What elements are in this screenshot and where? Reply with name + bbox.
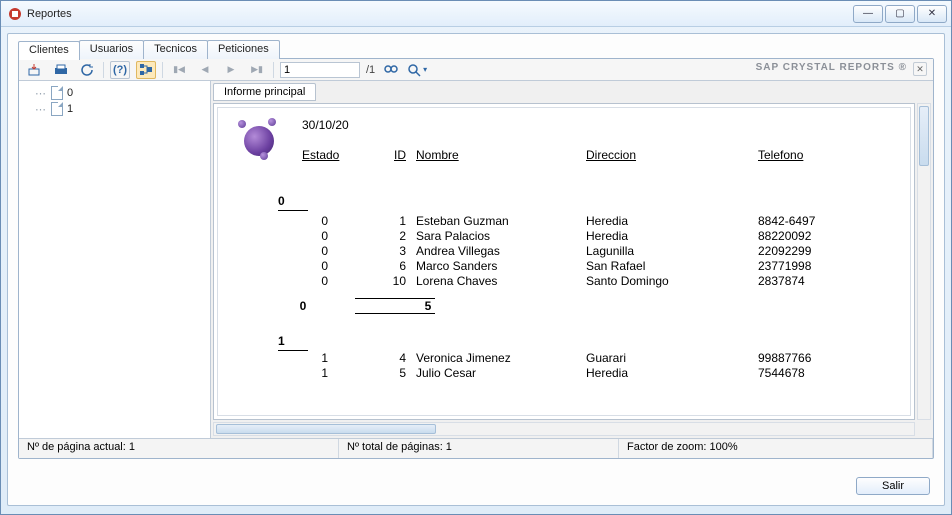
- report-area: Informe principal 30/10/20 Estado ID Nom…: [211, 81, 933, 438]
- report-page[interactable]: 30/10/20 Estado ID Nombre Direccion Tele…: [213, 103, 915, 420]
- tree-node-1[interactable]: ⋯ 1: [21, 101, 208, 117]
- tab-usuarios[interactable]: Usuarios: [79, 40, 144, 59]
- col-header-estado: Estado: [302, 148, 339, 162]
- refresh-icon[interactable]: [77, 61, 97, 79]
- status-current-page: Nº de página actual: 1: [19, 439, 339, 458]
- group-tree: ⋯ 0 ⋯ 1: [19, 81, 211, 438]
- close-button[interactable]: ✕: [917, 5, 947, 23]
- col-header-id: ID: [394, 148, 406, 162]
- report-date: 30/10/20: [302, 118, 349, 132]
- page-number-input[interactable]: [280, 62, 360, 78]
- table-row: 0 10 Lorena Chaves Santo Domingo 2837874: [218, 274, 910, 289]
- viewer-body: ⋯ 0 ⋯ 1 Informe principal: [19, 81, 933, 438]
- report-content: 30/10/20 Estado ID Nombre Direccion Tele…: [217, 107, 911, 416]
- page-total-label: /1: [366, 64, 375, 76]
- viewer-toolbar: (?) ▮◀ ◀ ▶ ▶▮ /1 ▾ SAP CRYST: [19, 59, 933, 81]
- viewer-brand: SAP CRYSTAL REPORTS ®: [756, 62, 907, 73]
- tree-node-label: 1: [67, 103, 73, 115]
- table-row: 0 1 Esteban Guzman Heredia 8842-6497: [218, 214, 910, 229]
- col-header-telefono: Telefono: [758, 148, 803, 162]
- tab-clientes[interactable]: Clientes: [18, 41, 80, 60]
- group-header-0: 0: [278, 194, 285, 208]
- horizontal-scrollbar[interactable]: [213, 422, 915, 436]
- prev-page-icon[interactable]: ◀: [195, 61, 215, 79]
- tree-connector-icon: ⋯: [35, 87, 47, 100]
- report-logo: [238, 118, 280, 160]
- find-icon[interactable]: [381, 61, 401, 79]
- first-page-icon[interactable]: ▮◀: [169, 61, 189, 79]
- vertical-scrollbar[interactable]: [917, 103, 931, 420]
- titlebar: Reportes — ▢ ✕: [1, 1, 951, 27]
- table-row: 0 2 Sara Palacios Heredia 88220092: [218, 229, 910, 244]
- status-total-pages: Nº total de páginas: 1: [339, 439, 619, 458]
- group-tree-icon[interactable]: [136, 61, 156, 79]
- print-icon[interactable]: [51, 61, 71, 79]
- viewer-status-bar: Nº de página actual: 1 Nº total de págin…: [19, 438, 933, 458]
- document-icon: [51, 102, 63, 116]
- maximize-button[interactable]: ▢: [885, 5, 915, 23]
- tree-connector-icon: ⋯: [35, 103, 47, 116]
- table-row: 0 3 Andrea Villegas Lagunilla 22092299: [218, 244, 910, 259]
- group-subtotal-0: 0 5: [278, 298, 435, 314]
- table-row: 1 5 Julio Cesar Heredia 7544678: [218, 366, 910, 381]
- viewer-close-icon[interactable]: ✕: [913, 62, 927, 76]
- export-icon[interactable]: [25, 61, 45, 79]
- col-header-direccion: Direccion: [586, 148, 636, 162]
- minimize-button[interactable]: —: [853, 5, 883, 23]
- report-tab[interactable]: Informe principal: [213, 83, 316, 101]
- app-icon: [7, 6, 23, 22]
- tree-node-0[interactable]: ⋯ 0: [21, 85, 208, 101]
- next-page-icon[interactable]: ▶: [221, 61, 241, 79]
- separator: [273, 62, 274, 78]
- main-tabstrip: Clientes Usuarios Tecnicos Peticiones: [18, 40, 279, 59]
- group-header-1: 1: [278, 334, 285, 348]
- status-zoom: Factor de zoom: 100%: [619, 439, 933, 458]
- client-area: Clientes Usuarios Tecnicos Peticiones (?…: [7, 33, 945, 506]
- window-title: Reportes: [27, 8, 853, 20]
- table-row: 1 4 Veronica Jimenez Guarari 99887766: [218, 351, 910, 366]
- last-page-icon[interactable]: ▶▮: [247, 61, 267, 79]
- tab-peticiones[interactable]: Peticiones: [207, 40, 280, 59]
- tab-panel: (?) ▮◀ ◀ ▶ ▶▮ /1 ▾ SAP CRYST: [18, 58, 934, 459]
- zoom-icon[interactable]: ▾: [407, 61, 427, 79]
- col-header-nombre: Nombre: [416, 148, 459, 162]
- help-icon[interactable]: (?): [110, 61, 130, 79]
- separator: [162, 62, 163, 78]
- document-icon: [51, 86, 63, 100]
- salir-button[interactable]: Salir: [856, 477, 930, 495]
- app-window: Reportes — ▢ ✕ Clientes Usuarios Tecnico…: [0, 0, 952, 515]
- table-row: 0 6 Marco Sanders San Rafael 23771998: [218, 259, 910, 274]
- tab-tecnicos[interactable]: Tecnicos: [143, 40, 208, 59]
- button-row: Salir: [856, 477, 930, 495]
- tree-node-label: 0: [67, 87, 73, 99]
- separator: [103, 62, 104, 78]
